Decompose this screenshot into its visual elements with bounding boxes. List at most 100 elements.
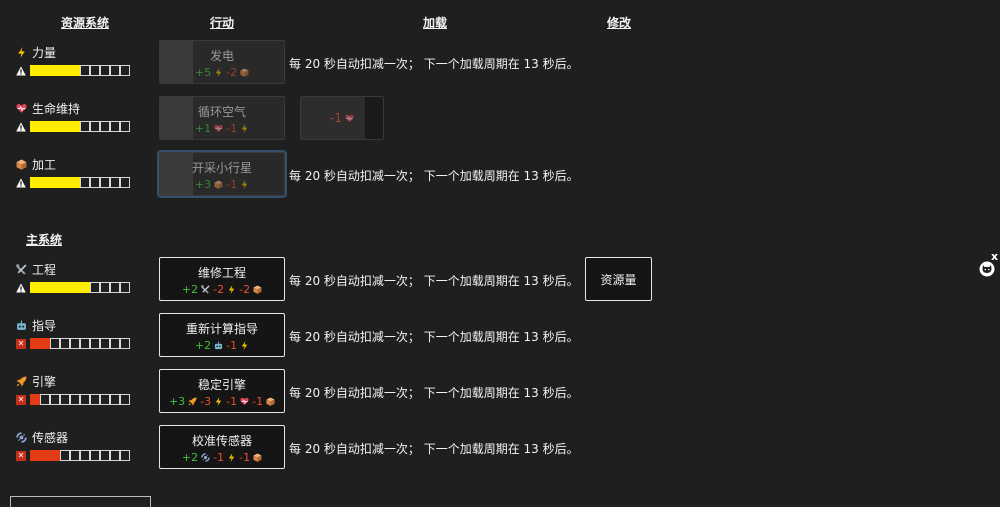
level-cell-filled [30, 65, 40, 76]
system-row-engine: 引擎 ✕ [16, 373, 156, 405]
header-resource-system: 资源系统 [61, 16, 110, 30]
level-cell-empty [60, 394, 70, 405]
resource-row-processing: 加工 [16, 156, 156, 188]
level-cell-empty [100, 121, 110, 132]
load-cycle-text: 每 20 秒自动扣减一次； 下一个加载周期在 13 秒后。 [289, 442, 579, 456]
level-cell-filled [40, 121, 50, 132]
recalculate-guidance-button[interactable]: 重新计算指导 +2 -1 [159, 313, 285, 357]
load-cycle-text: 每 20 秒自动扣减一次； 下一个加载周期在 13 秒后。 [289, 386, 579, 400]
repair-engineering-button[interactable]: 维修工程 +2 -2 -2 [159, 257, 285, 301]
level-cell-empty [50, 338, 60, 349]
level-cell-filled [40, 338, 50, 349]
action-label: 维修工程 [197, 266, 246, 280]
lightning-icon [240, 124, 249, 133]
level-cell-empty [90, 450, 100, 461]
level-cell-empty [70, 338, 80, 349]
lightning-icon [214, 68, 223, 77]
level-cell-empty [60, 338, 70, 349]
level-cell-filled [30, 394, 40, 405]
generate-power-button[interactable]: 发电 +5 -2 [159, 40, 285, 84]
cube-icon [266, 397, 275, 406]
level-cell-filled [30, 121, 40, 132]
header-action: 行动 [210, 16, 235, 30]
level-cell-empty [120, 450, 130, 461]
level-cell-empty [80, 65, 90, 76]
tools-icon [16, 264, 27, 275]
level-cell-empty [110, 282, 120, 293]
life-support-drain-button[interactable]: -1 [300, 96, 384, 140]
action-label: 校准传感器 [191, 434, 252, 448]
system-level-bar: ✕ [16, 338, 156, 349]
cube-icon [253, 453, 262, 462]
cube-icon [240, 68, 249, 77]
warning-icon [16, 66, 26, 76]
resource-name: 加工 [32, 157, 57, 172]
level-cell-empty [110, 338, 120, 349]
action-label: 发电 [209, 49, 234, 63]
load-cycle-text: 每 20 秒自动扣减一次； 下一个加载周期在 13 秒后。 [289, 274, 579, 288]
level-cell-filled [30, 282, 40, 293]
level-cell-empty [100, 394, 110, 405]
recycle-air-button[interactable]: 循环空气 +1 -1 [159, 96, 285, 140]
header-load: 加载 [423, 16, 448, 30]
github-cat-icon[interactable] [979, 261, 995, 277]
cube-icon [214, 180, 223, 189]
level-cell-empty [90, 282, 100, 293]
lightning-icon [240, 180, 249, 189]
level-cell-filled [50, 65, 60, 76]
error-icon: ✕ [16, 394, 26, 405]
load-cycle-text: 每 20 秒自动扣减一次； 下一个加载周期在 13 秒后。 [289, 330, 579, 344]
level-cell-filled [50, 450, 60, 461]
action-label: 重新计算指导 [185, 322, 258, 336]
level-cell-empty [100, 282, 110, 293]
resource-level-bar [16, 65, 156, 76]
level-cell-empty [110, 65, 120, 76]
system-name: 传感器 [32, 430, 69, 445]
level-cell-filled [30, 177, 40, 188]
action-cost: +2 -1 [160, 339, 284, 352]
level-cell-filled [60, 121, 70, 132]
system-level-bar: ✕ [16, 450, 156, 461]
resource-amount-button[interactable]: 资源量 [585, 257, 652, 301]
system-row-sensors: 传感器 ✕ [16, 429, 156, 461]
level-cell-empty [100, 338, 110, 349]
action-label: 稳定引擎 [197, 378, 246, 392]
action-cost: +2 -1 -1 [160, 451, 284, 464]
level-cell-empty [40, 394, 50, 405]
level-cell-empty [100, 177, 110, 188]
level-cell-filled [70, 65, 80, 76]
level-cell-empty [60, 450, 70, 461]
stabilize-engine-button[interactable]: 稳定引擎 +3 -3 -1 -1 [159, 369, 285, 413]
resource-row-power: 力量 [16, 44, 156, 76]
error-icon: ✕ [16, 450, 26, 461]
level-cell-filled [40, 282, 50, 293]
level-cell-filled [50, 121, 60, 132]
calibrate-sensors-button[interactable]: 校准传感器 +2 -1 -1 [159, 425, 285, 469]
mine-asteroid-button[interactable]: 开采小行星 +3 -1 [159, 152, 285, 196]
main-systems-title: 主系统 [26, 233, 63, 247]
level-cell-empty [70, 394, 80, 405]
level-cell-filled [70, 282, 80, 293]
level-cell-empty [50, 394, 60, 405]
level-cell-filled [40, 65, 50, 76]
level-cell-empty [110, 121, 120, 132]
warning-icon [16, 122, 26, 132]
level-cell-filled [50, 177, 60, 188]
system-name: 指导 [32, 318, 57, 333]
action-cost: +2 -2 -2 [160, 283, 284, 296]
satellite-icon [201, 453, 210, 462]
level-cell-empty [80, 338, 90, 349]
warning-icon [16, 283, 26, 293]
resource-name: 生命维持 [32, 101, 81, 116]
resource-level-bar [16, 121, 156, 132]
heart-icon [214, 124, 223, 133]
level-cell-empty [80, 394, 90, 405]
level-cell-filled [40, 450, 50, 461]
level-cell-empty [120, 338, 130, 349]
lightning-icon [240, 341, 249, 350]
lightning-icon [16, 47, 27, 58]
load-cycle-text: 每 20 秒自动扣减一次； 下一个加载周期在 13 秒后。 [289, 169, 579, 183]
action-cost: +3 -3 -1 -1 [160, 395, 284, 408]
system-row-guidance: 指导 ✕ [16, 317, 156, 349]
level-cell-filled [40, 177, 50, 188]
